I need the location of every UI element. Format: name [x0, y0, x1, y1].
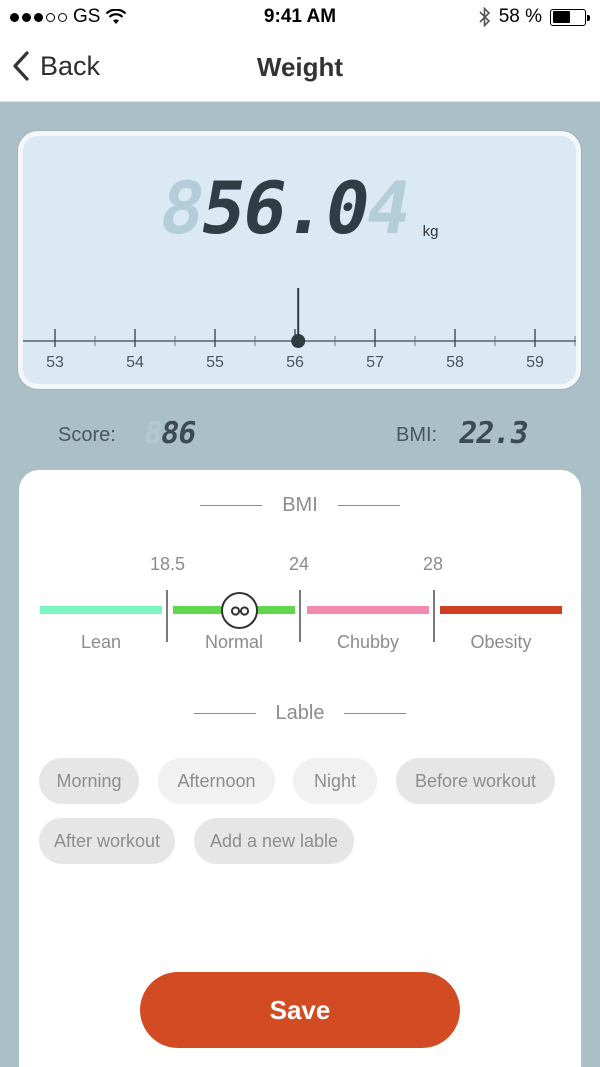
- score-label: Score:: [58, 424, 116, 446]
- bmi-position-marker-icon: [221, 592, 258, 629]
- battery-percent: 58 %: [498, 6, 542, 27]
- bmi-divider: [433, 590, 435, 642]
- chip-before-workout[interactable]: Before workout: [396, 758, 555, 804]
- bmi-bar-chubby: [307, 606, 429, 614]
- label-section-title: Lable: [19, 702, 581, 725]
- bmi-bar-lean: [40, 606, 162, 614]
- bmi-category-lean: Lean: [80, 632, 122, 652]
- weight-unit: kg: [422, 223, 439, 240]
- save-button[interactable]: Save: [140, 972, 460, 1048]
- bmi-threshold-1: 18.5: [150, 554, 186, 574]
- chip-morning[interactable]: Morning: [39, 758, 139, 804]
- bmi-label: BMI:: [396, 424, 438, 446]
- ruler-tick-label: 57: [366, 354, 384, 371]
- label-section-label: Lable: [275, 702, 325, 724]
- scale-display: 8 56.0 4 kg 53 54 55 56 57 58 59: [18, 131, 581, 389]
- battery-icon: [550, 8, 590, 26]
- score-value: 886: [141, 416, 198, 451]
- bmi-threshold-3: 28: [423, 554, 444, 574]
- score-number: 86: [157, 416, 199, 451]
- weight-ruler[interactable]: 53 54 55 56 57 58 59: [23, 286, 576, 376]
- bmi-divider: [299, 590, 301, 642]
- status-right: 58 %: [479, 6, 590, 28]
- chip-afternoon[interactable]: Afternoon: [158, 758, 275, 804]
- bmi-category-chubby: Chubby: [336, 632, 400, 652]
- bmi-section-title: BMI: [19, 494, 581, 517]
- ruler-needle-knob[interactable]: [291, 334, 306, 348]
- nav-bar: Back Weight: [0, 34, 600, 102]
- ruler-tick-label: 58: [446, 354, 464, 371]
- bmi-scale: 18.5 24 28 Lean Normal Chubby Obesity: [19, 550, 581, 660]
- ruler-tick-label: 55: [206, 354, 224, 371]
- weight-value: 56.0: [194, 166, 375, 250]
- bmi-threshold-2: 24: [289, 554, 310, 574]
- weight-readout: 8 56.0 4 kg: [23, 166, 576, 250]
- chip-night[interactable]: Night: [293, 758, 377, 804]
- battery-level: [552, 11, 570, 23]
- ruler-tick-label: 53: [46, 354, 64, 371]
- bmi-value: 22.3: [455, 416, 531, 451]
- add-label-button[interactable]: Add a new lable: [194, 818, 354, 864]
- ruler-tick-label: 56: [286, 354, 304, 371]
- ruler-tick-label: 54: [126, 354, 144, 371]
- bmi-category-obesity: Obesity: [470, 632, 532, 652]
- bluetooth-icon: [479, 7, 490, 27]
- chip-after-workout[interactable]: After workout: [39, 818, 175, 864]
- status-bar: GS 9:41 AM 58 %: [0, 0, 600, 34]
- details-card: BMI 18.5 24 28 Lean Normal Chubby Obesit…: [19, 470, 581, 1067]
- ruler-tick-label: 59: [526, 354, 544, 371]
- bmi-category-normal: Normal: [204, 632, 263, 652]
- page-title: Weight: [256, 52, 344, 82]
- bmi-section-label: BMI: [282, 494, 318, 516]
- metrics-row: Score: 886 BMI: 22.3: [0, 414, 600, 454]
- bmi-divider: [166, 590, 168, 642]
- bmi-bar-obesity: [440, 606, 562, 614]
